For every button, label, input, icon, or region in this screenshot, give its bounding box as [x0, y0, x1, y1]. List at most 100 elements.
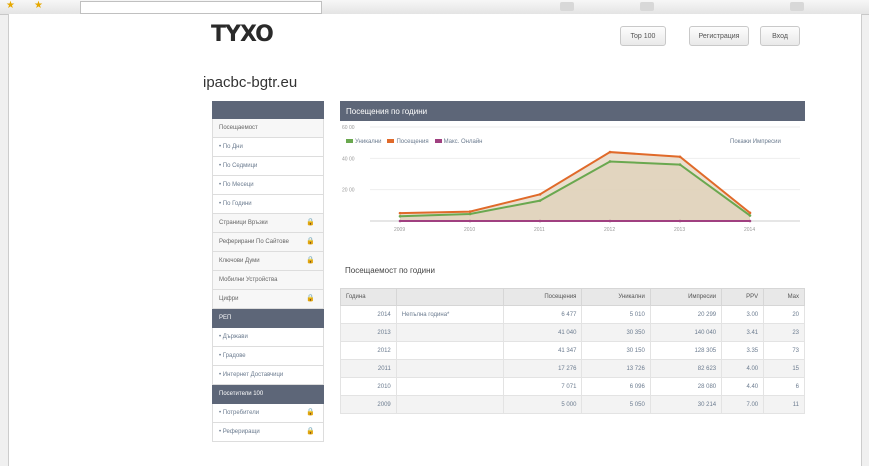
sidebar: Посещаемост • По Дни • По Седмици • По Месе… [212, 101, 324, 442]
sidebar-item[interactable]: • По Дни [212, 138, 324, 157]
data-point [398, 211, 402, 215]
sidebar-item-label: Реферирани По Сайтове [219, 239, 289, 245]
sidebar-item[interactable]: • Потребители 🔒 [212, 404, 324, 423]
legend-label: Макс. Онлайн [443, 139, 483, 145]
table-cell: 2009 [340, 395, 397, 414]
sidebar-item-label: Цифри [219, 296, 239, 302]
x-tick-label: 2009 [394, 227, 405, 233]
address-bar[interactable] [80, 1, 322, 14]
sidebar-item-label: РЕП [219, 315, 232, 321]
bookmark-star-icon[interactable]: ★ [6, 0, 15, 11]
sidebar-item[interactable]: • По Седмици [212, 157, 324, 176]
table-header-cell[interactable]: Импресии [649, 288, 723, 306]
sidebar-item-label: • По Месеци [219, 182, 254, 188]
table-cell [395, 395, 504, 414]
sidebar-item[interactable]: • Държави [212, 328, 324, 347]
sidebar-item[interactable]: Цифри 🔒 [212, 290, 324, 309]
legend-item[interactable]: Уникални [346, 139, 381, 145]
table-cell: 30 150 [581, 341, 651, 360]
table-cell: 5 000 [502, 395, 583, 414]
table-header-cell[interactable]: Max [763, 288, 805, 306]
sidebar-item-label: • По Седмици [219, 163, 258, 169]
main-content: Посещения по години 60 00 40 00 20 00 2009 2… [340, 101, 805, 233]
table-header-cell[interactable]: Година [340, 288, 397, 306]
sidebar-item[interactable]: • Градове [212, 347, 324, 366]
sidebar-item[interactable]: Посещаемост [212, 119, 324, 138]
table-row: 2013 41 040 30 350 140 040 3.41 23 [340, 323, 805, 342]
sidebar-item-label: Посещаемост [219, 125, 258, 131]
x-tick-label: 2014 [744, 227, 755, 233]
table-cell: 17 276 [502, 359, 583, 378]
table-header-cell[interactable]: PPV [721, 288, 765, 306]
sidebar-item-label: • По Години [219, 201, 252, 207]
sidebar-item[interactable]: Страници Връзки 🔒 [212, 214, 324, 233]
toolbar-button[interactable] [560, 2, 574, 11]
lock-icon: 🔒 [306, 257, 315, 264]
sidebar-item-label: Ключови Думи [219, 258, 260, 264]
table-cell: 4.40 [721, 377, 765, 396]
y-tick-label: 20 00 [342, 188, 355, 194]
data-point [398, 219, 402, 223]
table-row: 2014 Непълна година* 6 477 5 010 20 299 3.00 2… [340, 305, 805, 324]
lock-icon: 🔒 [306, 428, 315, 435]
y-tick-label: 40 00 [342, 156, 355, 162]
sidebar-item[interactable]: Ключови Думи 🔒 [212, 252, 324, 271]
register-button[interactable]: Регистрация [689, 26, 749, 46]
bookmark-star-icon[interactable]: ★ [34, 0, 43, 11]
table-cell: 3.41 [721, 323, 765, 342]
table-cell: 2010 [340, 377, 397, 396]
sidebar-item-label: • Потребители [219, 410, 260, 416]
table-cell: 2011 [340, 359, 397, 378]
show-impressions-link[interactable]: Покажи Импресии [730, 139, 781, 145]
data-point [538, 199, 542, 202]
sidebar-item[interactable]: Мобилни Устройства [212, 271, 324, 290]
table-cell: 4.00 [721, 359, 765, 378]
table-cell: 41 040 [502, 323, 583, 342]
site-logo[interactable]: TYXO [211, 22, 274, 47]
lock-icon: 🔒 [306, 238, 315, 245]
sidebar-item[interactable]: • Рефериращи 🔒 [212, 423, 324, 442]
top100-button[interactable]: Top 100 [620, 26, 666, 46]
table-cell: 13 726 [581, 359, 651, 378]
chart-legend: Уникални Посещения Макс. Онлайн [346, 139, 489, 145]
sidebar-item-label: • Рефериращи [219, 429, 260, 435]
table-header-cell[interactable] [395, 288, 504, 306]
table-row: 2012 41 347 30 150 128 305 3.35 73 [340, 341, 805, 360]
legend-item[interactable]: Макс. Онлайн [434, 139, 483, 145]
table-cell: 23 [763, 323, 805, 342]
table-cell: 73 [763, 341, 805, 360]
table-cell: 2013 [340, 323, 397, 342]
table-header-cell[interactable]: Посещения [502, 288, 583, 306]
x-tick-label: 2010 [464, 227, 475, 233]
data-point [468, 212, 472, 216]
legend-label: Посещения [396, 139, 429, 145]
sidebar-item[interactable]: • По Месеци [212, 176, 324, 195]
table-cell [395, 323, 504, 342]
toolbar-button[interactable] [640, 2, 654, 11]
legend-item[interactable]: Посещения [387, 139, 429, 145]
table-header-cell[interactable]: Уникални [581, 288, 651, 306]
table-cell: 20 299 [649, 305, 723, 324]
yearly-stats-table: Година Посещения Уникални Импресии PPV Max 20… [340, 288, 805, 414]
sidebar-item[interactable]: Посетители 100 [212, 385, 324, 404]
data-point [748, 214, 752, 217]
table-cell: 5 050 [581, 395, 651, 414]
sidebar-header [212, 101, 324, 119]
table-cell: 6 [763, 377, 805, 396]
x-tick-label: 2011 [534, 227, 545, 233]
table-cell: 30 350 [581, 323, 651, 342]
table-row: 2011 17 276 13 726 82 623 4.00 15 [340, 359, 805, 378]
data-point [608, 219, 612, 223]
data-point [678, 219, 682, 223]
login-button[interactable]: Вход [760, 26, 800, 46]
sidebar-item[interactable]: Реферирани По Сайтове 🔒 [212, 233, 324, 252]
toolbar-button[interactable] [790, 2, 804, 11]
sidebar-item-label: • По Дни [219, 144, 243, 150]
sidebar-item[interactable]: • Интернет Доставчици [212, 366, 324, 385]
sidebar-item-label: • Интернет Доставчици [219, 372, 284, 378]
data-point [398, 215, 402, 218]
sidebar-item[interactable]: РЕП [212, 309, 324, 328]
site-domain-title: ipacbc-bgtr.eu [203, 74, 298, 91]
data-point [678, 155, 682, 159]
sidebar-item[interactable]: • По Години [212, 195, 324, 214]
